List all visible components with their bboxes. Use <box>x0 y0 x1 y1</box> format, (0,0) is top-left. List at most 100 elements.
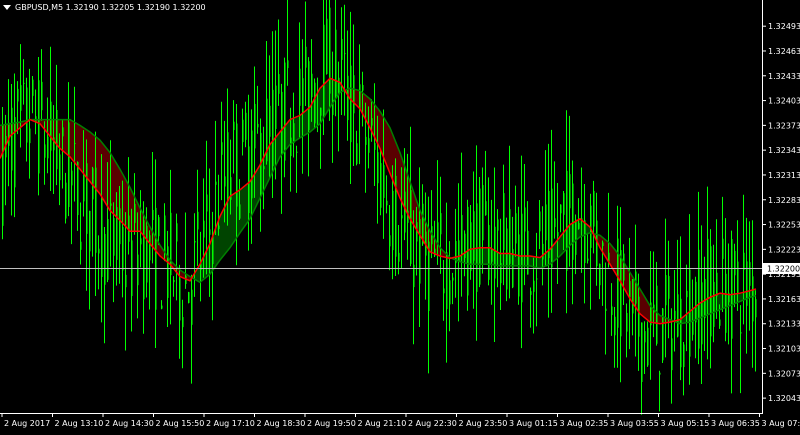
ma-cloud-strip <box>270 144 271 177</box>
ma-cloud-strip <box>744 292 745 300</box>
candle-body <box>356 143 358 164</box>
ma-cloud-strip <box>268 147 269 180</box>
ma-cloud-strip <box>403 163 404 206</box>
ma-cloud-strip <box>45 120 46 131</box>
ma-cloud-strip <box>84 128 85 174</box>
ma-cloud-strip <box>715 295 716 312</box>
candle-body <box>461 215 463 255</box>
ma-cloud-strip <box>604 239 605 255</box>
ma-cloud-strip <box>739 293 740 301</box>
chart-title: GBPUSD,M5 1.32190 1.32205 1.32190 1.3220… <box>3 3 206 12</box>
candle-body <box>392 191 394 250</box>
candle-body <box>143 220 145 299</box>
ma-cloud-strip <box>610 244 611 265</box>
ma-cloud-strip <box>264 156 265 189</box>
candle-body <box>209 229 211 234</box>
candle-body <box>122 227 124 271</box>
ma-cloud-strip <box>262 160 263 193</box>
candle-body <box>2 125 4 225</box>
ma-cloud-strip <box>580 219 581 237</box>
price-tick-label: 1.32343 <box>768 146 800 155</box>
candle-body <box>302 78 304 112</box>
candle-body <box>566 171 568 271</box>
candle-body <box>251 130 253 198</box>
candle-body <box>452 278 454 281</box>
candle-body <box>116 207 118 260</box>
time-tick-label: 3 Aug 02:35 <box>560 419 609 428</box>
candle-body <box>701 282 703 344</box>
ma-cloud-strip <box>659 315 660 324</box>
ma-cloud-strip <box>742 293 743 301</box>
ma-cloud-strip <box>211 239 212 272</box>
ma-cloud-strip <box>508 253 509 265</box>
ma-cloud-strip <box>648 303 649 321</box>
candle-body <box>557 232 559 236</box>
candle-body <box>95 168 97 253</box>
candle-body <box>635 272 637 304</box>
ma-cloud-strip <box>525 256 526 266</box>
ma-cloud-strip <box>126 181 127 227</box>
candle-body <box>545 204 547 240</box>
ma-cloud-strip <box>325 83 326 115</box>
candle-body <box>239 204 241 218</box>
ma-cloud-strip <box>556 241 557 259</box>
candle-body <box>563 193 565 215</box>
candle-body <box>221 142 223 155</box>
ma-cloud-strip <box>376 107 377 141</box>
dropdown-triangle-icon[interactable] <box>3 5 11 10</box>
candle-body <box>137 255 139 286</box>
time-tick-label: 2 Aug 13:10 <box>55 419 104 428</box>
ma-cloud-strip <box>717 294 718 311</box>
candle-body <box>125 275 127 287</box>
candle-body <box>686 291 688 297</box>
candle-body <box>497 219 499 230</box>
candle-body <box>341 39 343 60</box>
candle-body <box>8 123 10 146</box>
candle-body <box>329 8 331 94</box>
candle-body <box>158 217 160 236</box>
ma-cloud-strip <box>378 109 379 145</box>
ma-cloud-strip <box>78 124 79 167</box>
ma-cloud-strip <box>745 292 746 299</box>
ma-cloud-strip <box>136 201 137 231</box>
ma-cloud-strip <box>520 256 521 266</box>
ma-cloud-strip <box>204 255 205 279</box>
time-tick-label: 2 Aug 19:50 <box>307 419 356 428</box>
ma-cloud-strip <box>79 125 80 168</box>
chart-canvas[interactable]: 1.324931.324631.324331.324031.323731.323… <box>0 0 800 431</box>
ma-cloud-strip <box>613 248 614 270</box>
ma-cloud-strip <box>238 191 239 235</box>
candle-body <box>698 250 700 349</box>
ma-cloud-strip <box>540 257 541 268</box>
candle-body <box>17 89 19 102</box>
candle-body <box>65 183 67 219</box>
candle-body <box>326 19 328 74</box>
ma-cloud-strip <box>619 255 620 280</box>
ma-cloud-strip <box>333 80 334 102</box>
ma-cloud-strip <box>214 231 215 268</box>
ma-cloud-strip <box>364 94 365 117</box>
ma-cloud-strip <box>559 238 560 257</box>
candle-body <box>491 249 493 262</box>
ma-cloud-strip <box>66 120 67 154</box>
ma-cloud-strip <box>65 120 66 153</box>
ma-cloud-strip <box>478 248 479 264</box>
ma-cloud-strip <box>72 121 73 160</box>
ma-cloud-strip <box>321 87 322 122</box>
candle-body <box>191 290 193 325</box>
candle-body <box>182 317 184 327</box>
candle-body <box>41 82 43 110</box>
price-tick-label: 1.32103 <box>768 345 800 354</box>
candle-body <box>284 63 286 161</box>
ma-cloud-strip <box>748 291 749 298</box>
ma-cloud-strip <box>327 81 328 112</box>
candle-body <box>299 69 301 106</box>
ma-cloud-strip <box>582 221 583 236</box>
ma-cloud-strip <box>373 103 374 135</box>
candle-body <box>164 215 166 252</box>
candle-body <box>236 124 238 207</box>
price-chart[interactable]: 1.324931.324631.324331.324031.323731.323… <box>0 0 800 431</box>
candle-body <box>506 228 508 289</box>
candle-body <box>536 278 538 279</box>
candle-body <box>722 239 724 259</box>
